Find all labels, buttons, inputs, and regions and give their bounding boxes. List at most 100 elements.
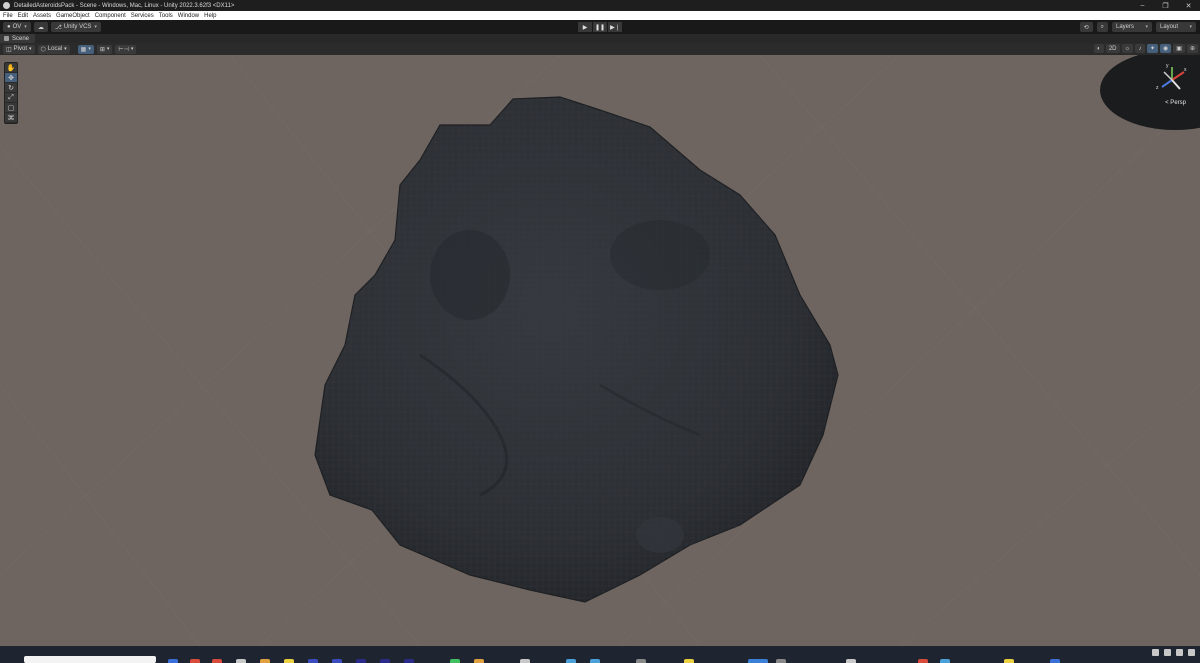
menu-assets[interactable]: Assets (33, 13, 51, 19)
menu-tools[interactable]: Tools (159, 13, 173, 19)
mode-2d-button[interactable]: 2D (1105, 44, 1120, 53)
transform-tool-button[interactable]: ⌘ (5, 113, 17, 123)
menu-services[interactable]: Services (131, 13, 154, 19)
unity-logo-icon (3, 2, 10, 9)
menu-file[interactable]: File (3, 13, 13, 19)
taskbar-app-icon[interactable] (636, 659, 646, 663)
scene-tab-bar: Scene (0, 34, 1200, 43)
taskbar-app-icon[interactable] (380, 659, 390, 663)
grid-toggle-button[interactable]: ▦ ▾ (77, 44, 94, 54)
taskbar-app-icon[interactable] (308, 659, 318, 663)
rotate-tool-button[interactable]: ↻ (5, 83, 17, 93)
shading-sphere-icon: ◐ (1097, 45, 1101, 52)
play-controls: ▶ ❚❚ ▶❘ (578, 22, 623, 32)
play-button[interactable]: ▶ (578, 22, 592, 32)
taskbar-app-icon[interactable] (168, 659, 178, 663)
taskbar-app-icon[interactable] (284, 659, 294, 663)
menu-component[interactable]: Component (95, 13, 126, 19)
scene-canvas: x y z (0, 55, 1200, 646)
layout-label: Layout (1160, 24, 1179, 30)
taskbar-app-icon[interactable] (520, 659, 530, 663)
menu-edit[interactable]: Edit (18, 13, 28, 19)
history-button[interactable]: ⟲ (1079, 22, 1093, 32)
tab-scene-label: Scene (12, 35, 30, 42)
grid-snap-button[interactable]: ⊞ ▾ (96, 44, 113, 54)
menu-gameobject[interactable]: GameObject (56, 13, 90, 19)
taskbar-app-icon[interactable] (776, 659, 786, 663)
camera-icon: ▣ (1176, 46, 1182, 52)
taskbar-app-icon[interactable] (1050, 659, 1060, 663)
close-button[interactable]: ✕ (1177, 0, 1200, 11)
pause-button[interactable]: ❚❚ (593, 22, 607, 32)
chevron-down-icon: ▾ (64, 46, 67, 52)
minimize-button[interactable]: – (1131, 0, 1154, 11)
hand-tool-button[interactable]: ✋ (5, 63, 17, 73)
scene-viewport[interactable]: x y z (0, 55, 1200, 646)
taskbar-search-box[interactable] (24, 656, 156, 663)
rect-tool-button[interactable]: ▢ (5, 103, 17, 113)
grid-icon: ▦ (80, 46, 87, 53)
account-button[interactable]: ● OV ▾ (3, 22, 31, 32)
taskbar-app-icon[interactable] (590, 659, 600, 663)
step-button[interactable]: ▶❘ (608, 22, 622, 32)
tray-network-icon[interactable] (1152, 649, 1159, 656)
chevron-down-icon: ▾ (130, 46, 134, 52)
window-title: DetailedAsteroidsPack - Scene - Windows,… (14, 2, 235, 9)
cloud-button[interactable]: ☁ (33, 22, 48, 32)
effects-toggle[interactable]: ✦ (1147, 44, 1159, 53)
taskbar-app-icon[interactable] (332, 659, 342, 663)
taskbar-app-icon[interactable] (940, 659, 950, 663)
lighting-toggle[interactable]: ☼ (1121, 44, 1134, 53)
taskbar-app-icon[interactable] (566, 659, 576, 663)
menu-help[interactable]: Help (204, 13, 216, 19)
taskbar-app-icon[interactable] (260, 659, 270, 663)
local-dropdown[interactable]: ⬡ Local ▾ (37, 44, 70, 54)
taskbar-app-icon[interactable] (450, 659, 460, 663)
taskbar-app-icon[interactable] (1004, 659, 1014, 663)
lightbulb-icon: ☼ (1124, 45, 1131, 52)
move-tool-button[interactable]: ✥ (5, 73, 17, 83)
restore-button[interactable]: ❐ (1154, 0, 1177, 11)
tab-scene[interactable]: Scene (0, 34, 36, 43)
layout-dropdown[interactable]: Layout ▾ (1156, 22, 1196, 32)
taskbar-app-icon[interactable] (404, 659, 414, 663)
visibility-toggle[interactable]: ◉ (1160, 44, 1172, 53)
increment-snap-button[interactable]: ⊢⊣ ▾ (115, 44, 137, 54)
vcs-button[interactable]: ⎇ Unity VCS ▾ (50, 22, 101, 32)
scene-view-options: ◐ 2D ☼ ♪ ✦ ◉ ▣ ⊕ (1092, 44, 1198, 53)
taskbar-app-icon[interactable] (684, 659, 694, 663)
taskbar-app-icon[interactable] (918, 659, 928, 663)
tray-notification-icon[interactable] (1188, 649, 1195, 656)
asteroid-mesh (314, 96, 839, 603)
search-icon: ⌕ (1100, 23, 1104, 30)
projection-label[interactable]: < Persp (1165, 100, 1186, 106)
vcs-label: Unity VCS (63, 24, 92, 30)
tool-palette: ✋ ✥ ↻ ⤢ ▢ ⌘ (4, 62, 18, 124)
tray-volume-icon[interactable] (1164, 649, 1171, 656)
menu-window[interactable]: Window (178, 13, 199, 19)
chevron-down-icon: ▾ (88, 46, 91, 52)
taskbar-app-icon[interactable] (846, 659, 856, 663)
camera-settings-button[interactable]: ▣ (1173, 44, 1185, 53)
taskbar-app-icon[interactable] (190, 659, 200, 663)
taskbar-app-icon[interactable] (356, 659, 366, 663)
tray-battery-icon[interactable] (1176, 649, 1183, 656)
taskbar-app-icon[interactable] (236, 659, 246, 663)
pivot-dropdown[interactable]: ◫ Pivot ▾ (3, 44, 35, 54)
scene-icon (4, 36, 9, 41)
scale-tool-button[interactable]: ⤢ (5, 93, 17, 103)
taskbar-app-icon[interactable] (474, 659, 484, 663)
chevron-down-icon: ▾ (1145, 24, 1148, 30)
layers-dropdown[interactable]: Layers ▾ (1112, 22, 1152, 32)
search-button[interactable]: ⌕ (1096, 22, 1108, 32)
draw-mode-button[interactable]: ◐ (1093, 44, 1104, 53)
eye-icon: ◉ (1163, 46, 1169, 52)
audio-toggle[interactable]: ♪ (1135, 44, 1146, 53)
history-icon: ⟲ (1083, 24, 1089, 31)
chevron-down-icon: ▾ (94, 24, 97, 30)
rotate-icon: ↻ (8, 84, 14, 92)
taskbar-app-icon[interactable] (748, 659, 768, 663)
gizmos-button[interactable]: ⊕ (1186, 44, 1198, 53)
taskbar-app-icon[interactable] (212, 659, 222, 663)
local-label: Local (47, 46, 63, 52)
